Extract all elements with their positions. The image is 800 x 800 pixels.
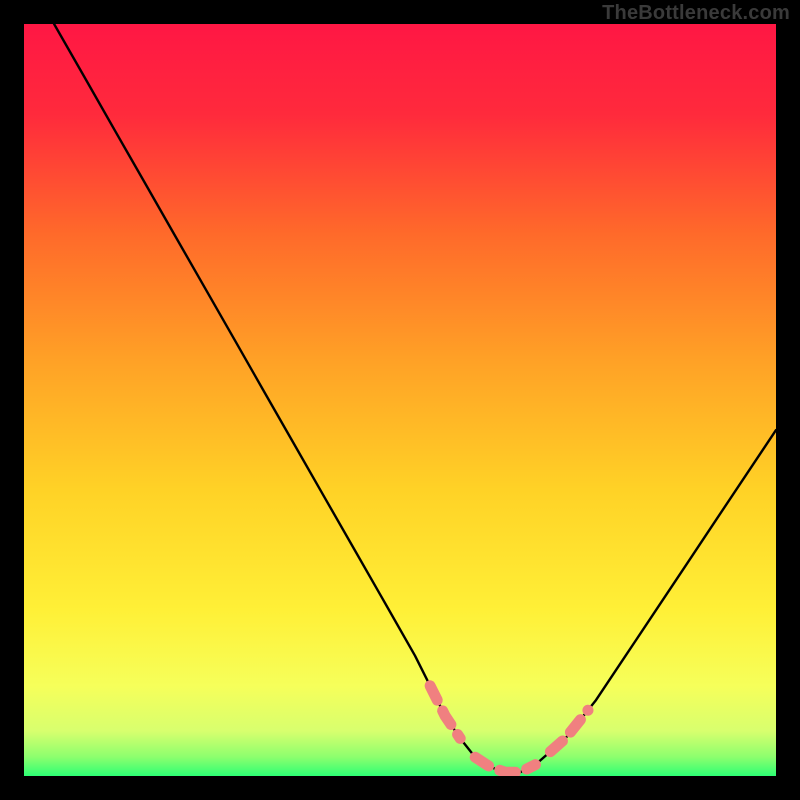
chart-background-gradient	[24, 24, 776, 776]
chart-plot-area	[24, 24, 776, 776]
chart-frame: TheBottleneck.com	[0, 0, 800, 800]
watermark-text: TheBottleneck.com	[602, 2, 790, 25]
chart-svg	[24, 24, 776, 776]
